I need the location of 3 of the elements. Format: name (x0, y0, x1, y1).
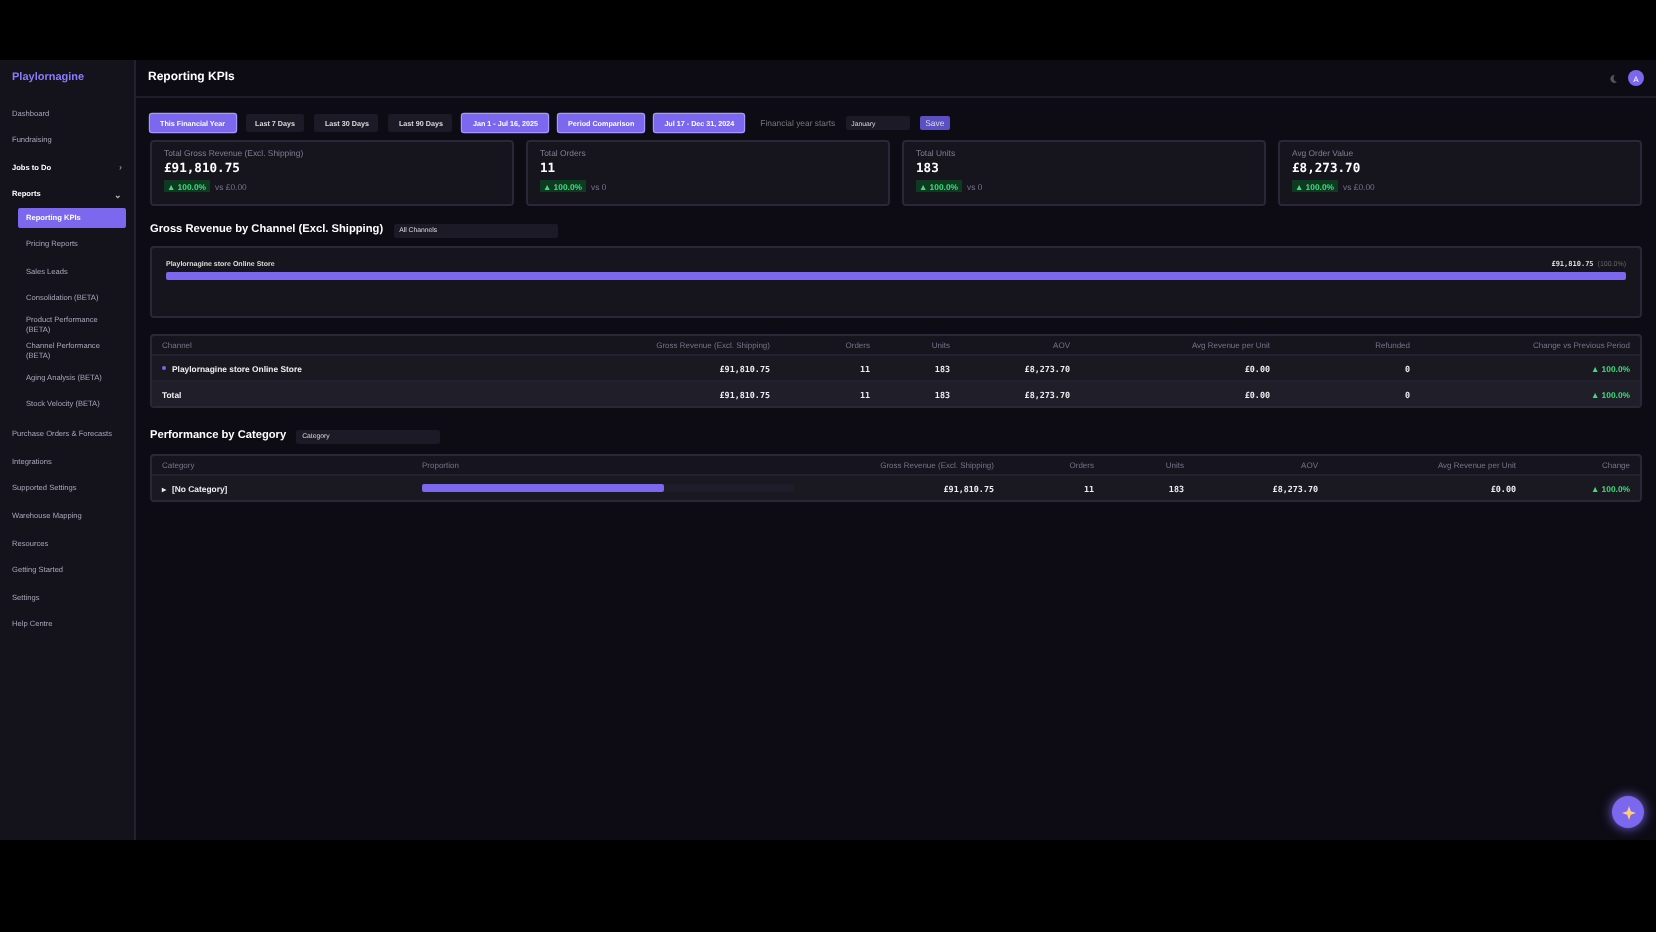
moon-icon[interactable] (1608, 73, 1618, 83)
assistant-button[interactable] (1612, 796, 1644, 828)
sparkle-icon (1621, 805, 1635, 819)
